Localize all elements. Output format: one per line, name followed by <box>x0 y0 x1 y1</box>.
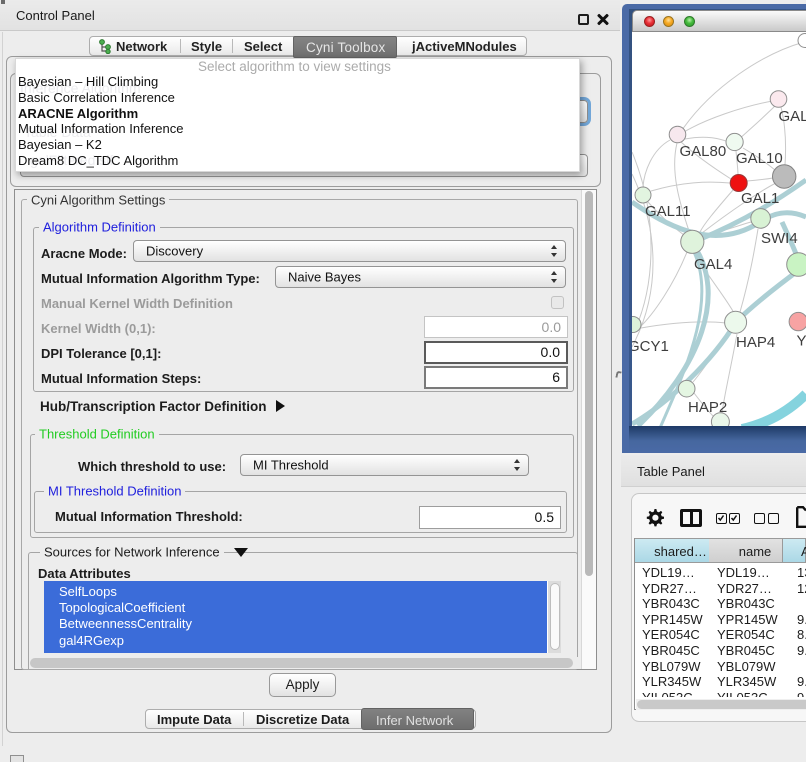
svg-text:GAL4: GAL4 <box>694 256 732 273</box>
svg-text:HAP4: HAP4 <box>736 334 775 351</box>
svg-text:GAL80: GAL80 <box>680 143 727 160</box>
svg-text:GAL11: GAL11 <box>645 203 691 220</box>
svg-text:GAL2: GAL2 <box>779 108 806 125</box>
svg-text:GAL10: GAL10 <box>736 150 783 167</box>
svg-text:HAP2: HAP2 <box>688 399 727 416</box>
svg-text:SWI4: SWI4 <box>761 230 798 247</box>
svg-text:GCY1: GCY1 <box>632 338 669 355</box>
svg-text:YEL0: YEL0 <box>797 332 806 349</box>
svg-text:GAL1: GAL1 <box>741 190 779 207</box>
